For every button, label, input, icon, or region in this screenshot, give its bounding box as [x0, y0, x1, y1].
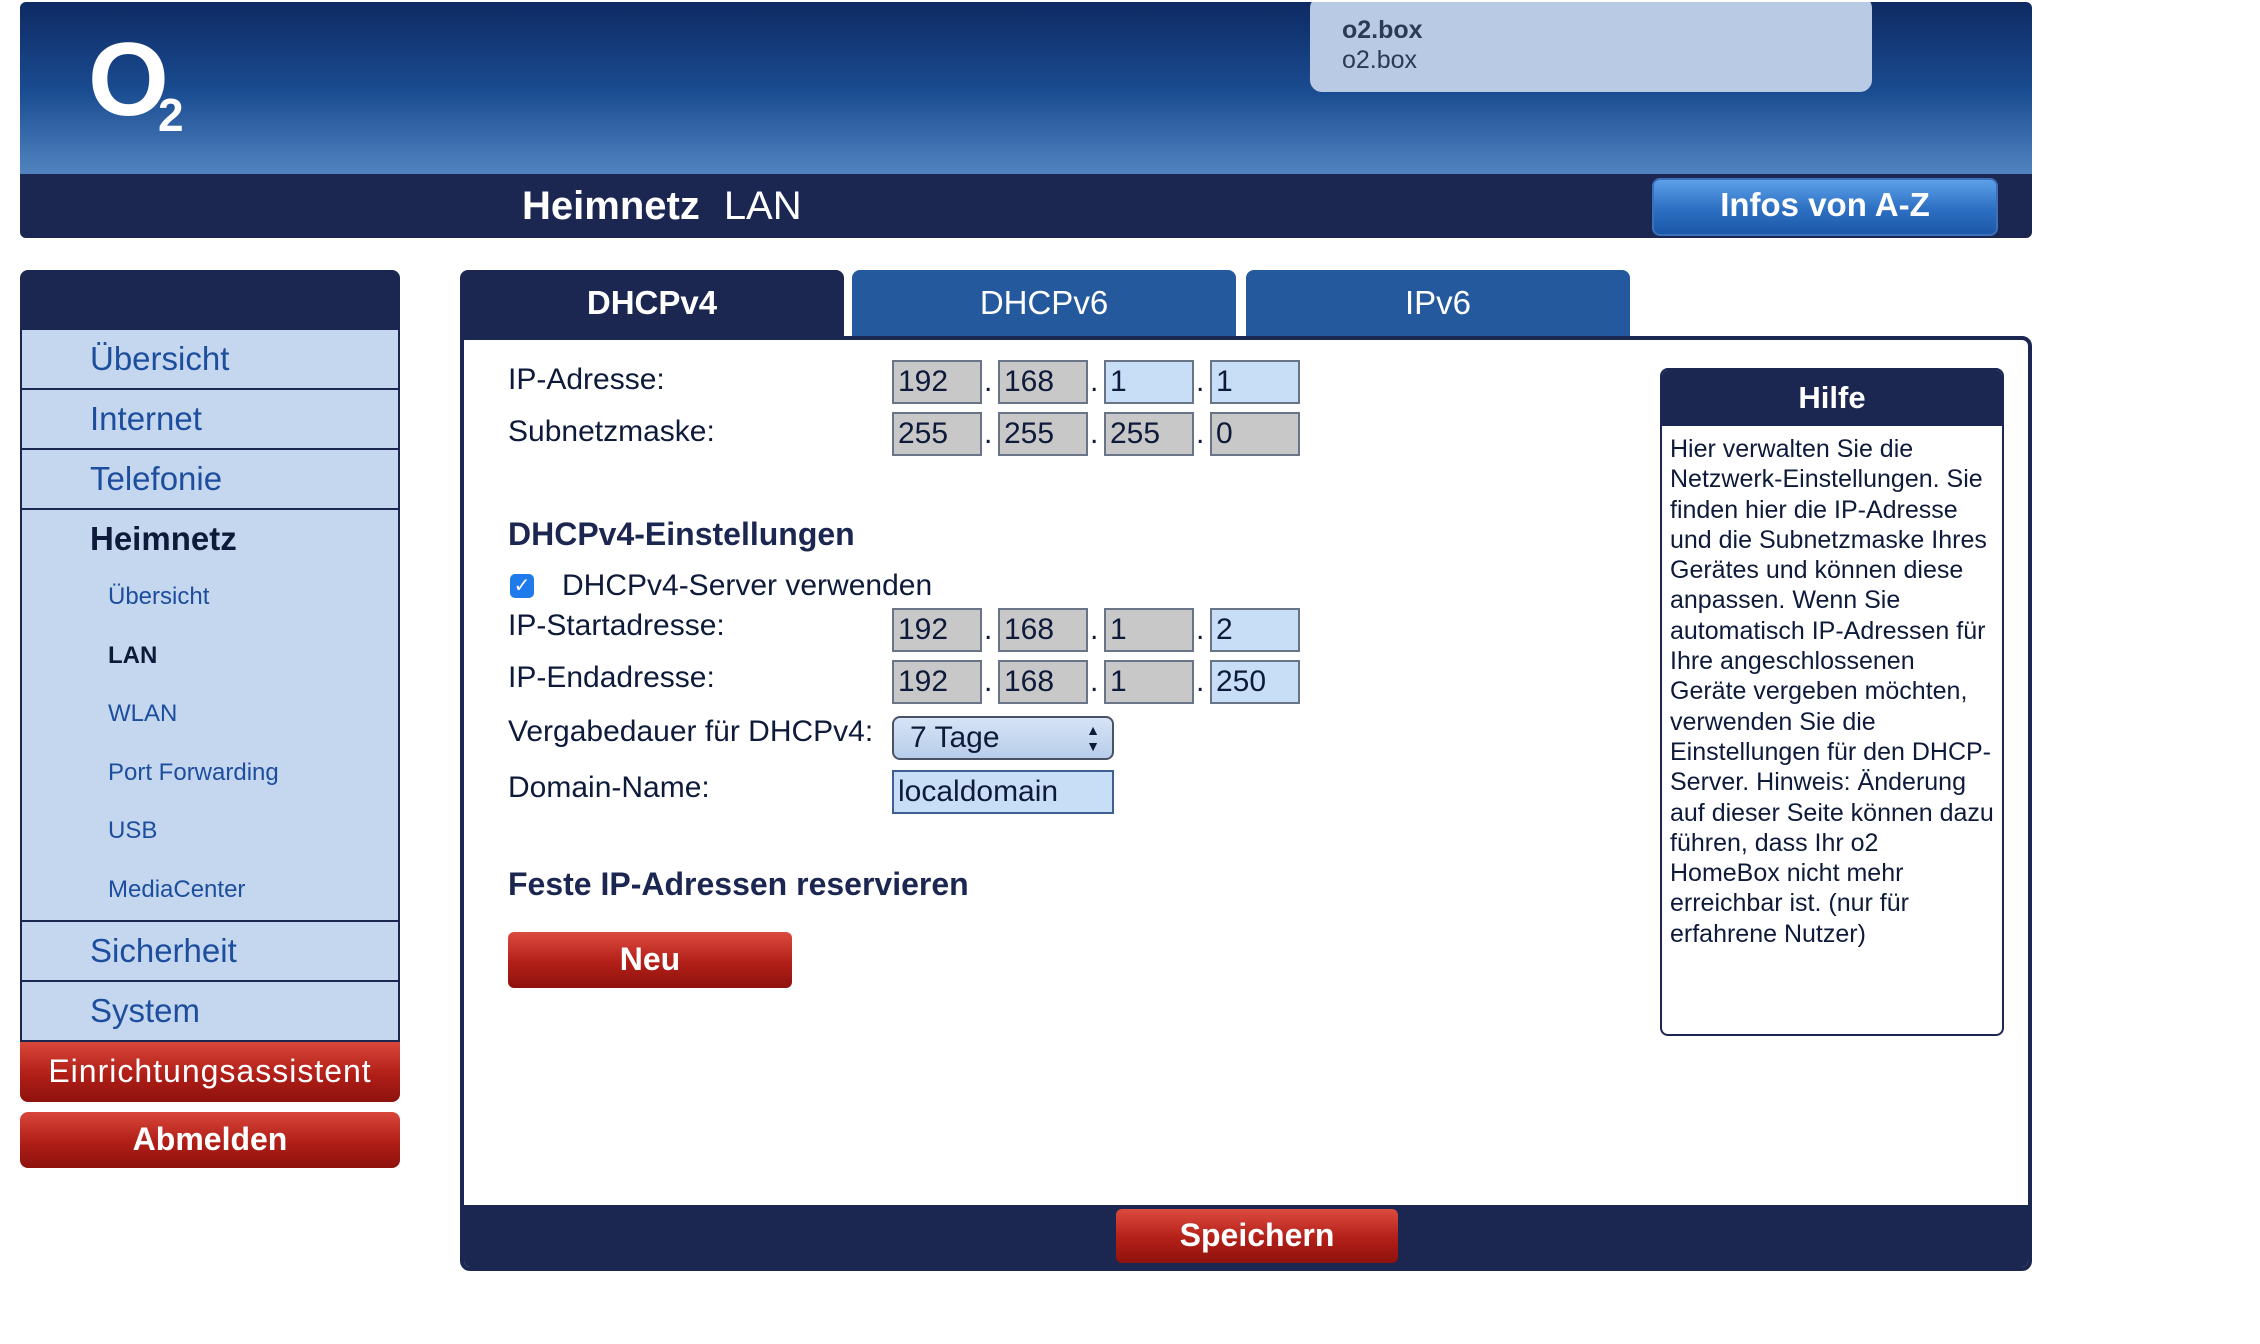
sidebar-item-uebersicht[interactable]: Übersicht: [22, 330, 398, 390]
octet-separator: .: [1090, 613, 1099, 646]
octet-separator: .: [984, 665, 993, 698]
octet-separator: .: [1196, 613, 1205, 646]
sidebar-subitem-wlan[interactable]: WLAN: [22, 685, 398, 744]
octet-separator: .: [1090, 417, 1099, 450]
octet-separator: .: [1196, 365, 1205, 398]
sidebar-subitem-usb[interactable]: USB: [22, 802, 398, 861]
reserve-section-title: Feste IP-Adressen reservieren: [508, 866, 969, 902]
sidebar-menu: Übersicht Internet Telefonie Heimnetz Üb…: [20, 330, 400, 1042]
logo-letter: O: [88, 22, 169, 138]
logout-button[interactable]: Abmelden: [20, 1111, 400, 1168]
select-arrows-icon: ▲ ▼: [1086, 722, 1100, 754]
sidebar-item-sicherheit[interactable]: Sicherheit: [22, 922, 398, 982]
sidebar-item-system[interactable]: System: [22, 982, 398, 1042]
start-address-octet-1[interactable]: 192: [892, 608, 982, 652]
content-panel: IP-Adresse: 192 . 168 . 1 . 1 Subnetzmas…: [460, 336, 2032, 1271]
sidebar-item-telefonie[interactable]: Telefonie: [22, 450, 398, 510]
sidebar: Übersicht Internet Telefonie Heimnetz Üb…: [20, 270, 400, 1168]
device-host: o2.box: [1342, 46, 1418, 74]
domain-name-input[interactable]: localdomain: [892, 770, 1114, 814]
device-name: o2.box: [1342, 16, 1423, 44]
ip-address-octet-2[interactable]: 168: [998, 360, 1088, 404]
tab-dhcpv4[interactable]: DHCPv4: [460, 270, 844, 336]
lease-duration-value: 7 Tage: [910, 721, 1000, 754]
header: O 2 o2.box o2.box Heimnetz LAN Infos von …: [20, 2, 2032, 238]
end-address-label: IP-Endadresse:: [508, 661, 715, 694]
page-title-section: Heimnetz: [522, 184, 700, 228]
octet-separator: .: [984, 417, 993, 450]
end-address-octet-4[interactable]: 250: [1210, 660, 1300, 704]
setup-assistant-button[interactable]: Einrichtungsassistent: [20, 1041, 400, 1102]
dhcp-server-label: DHCPv4-Server verwenden: [562, 569, 933, 602]
subnet-mask-label: Subnetzmaske:: [508, 415, 715, 448]
start-address-octet-3[interactable]: 1: [1104, 608, 1194, 652]
sidebar-subitem-lan[interactable]: LAN: [22, 627, 398, 686]
help-box: Hilfe Hier verwalten Sie die Netzwerk-Ei…: [1660, 368, 2004, 1036]
sidebar-subitem-port-forwarding[interactable]: Port Forwarding: [22, 744, 398, 803]
new-reservation-button[interactable]: Neu: [508, 932, 792, 988]
subnet-mask-octet-1[interactable]: 255: [892, 412, 982, 456]
subnet-mask-octet-2[interactable]: 255: [998, 412, 1088, 456]
page-title-page: LAN: [723, 184, 802, 228]
sidebar-subitem-mediacenter[interactable]: MediaCenter: [22, 861, 398, 922]
device-info-box: o2.box o2.box: [1310, 2, 1872, 92]
infos-a-z-button[interactable]: Infos von A-Z: [1652, 178, 1998, 236]
octet-separator: .: [984, 613, 993, 646]
end-address-octet-1[interactable]: 192: [892, 660, 982, 704]
lease-duration-label: Vergabedauer für DHCPv4:: [508, 715, 874, 748]
start-address-octet-4[interactable]: 2: [1210, 608, 1300, 652]
o2-logo: O 2: [88, 28, 208, 144]
end-address-octet-3[interactable]: 1: [1104, 660, 1194, 704]
domain-name-label: Domain-Name:: [508, 771, 710, 804]
title-bar: Heimnetz LAN Infos von A-Z: [20, 174, 2032, 238]
ip-address-octet-4[interactable]: 1: [1210, 360, 1300, 404]
dhcp-server-checkbox[interactable]: ✓: [510, 574, 534, 598]
octet-separator: .: [1196, 417, 1205, 450]
sidebar-header: [20, 270, 400, 330]
sidebar-item-heimnetz[interactable]: Heimnetz: [22, 510, 398, 568]
ip-address-octet-1[interactable]: 192: [892, 360, 982, 404]
help-title: Hilfe: [1662, 370, 2002, 426]
tab-dhcpv6[interactable]: DHCPv6: [852, 270, 1236, 336]
tab-ipv6[interactable]: IPv6: [1246, 270, 1630, 336]
save-button[interactable]: Speichern: [1116, 1209, 1398, 1263]
page-title: Heimnetz LAN: [522, 184, 802, 228]
ip-address-label: IP-Adresse:: [508, 363, 665, 396]
sidebar-subitem-uebersicht[interactable]: Übersicht: [22, 568, 398, 627]
help-text: Hier verwalten Sie die Netzwerk-Einstell…: [1670, 435, 1994, 948]
octet-separator: .: [984, 365, 993, 398]
panel-footer: Speichern: [464, 1205, 2028, 1267]
subnet-mask-octet-3[interactable]: 255: [1104, 412, 1194, 456]
octet-separator: .: [1090, 665, 1099, 698]
subnet-mask-octet-4[interactable]: 0: [1210, 412, 1300, 456]
ip-address-octet-3[interactable]: 1: [1104, 360, 1194, 404]
start-address-octet-2[interactable]: 168: [998, 608, 1088, 652]
end-address-octet-2[interactable]: 168: [998, 660, 1088, 704]
logo-subscript: 2: [158, 89, 184, 141]
octet-separator: .: [1196, 665, 1205, 698]
dhcp-section-title: DHCPv4-Einstellungen: [508, 516, 855, 552]
start-address-label: IP-Startadresse:: [508, 609, 725, 642]
octet-separator: .: [1090, 365, 1099, 398]
lease-duration-select[interactable]: 7 Tage ▲ ▼: [892, 716, 1114, 760]
sidebar-item-internet[interactable]: Internet: [22, 390, 398, 450]
